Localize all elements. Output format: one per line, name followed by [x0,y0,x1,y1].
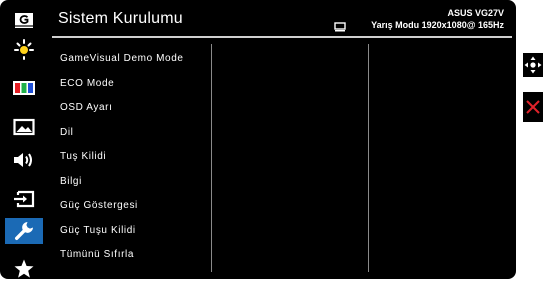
close-button[interactable] [523,92,543,122]
menu-item-eco-mode[interactable]: ECO Mode [60,72,210,97]
menu-item-power-indicator[interactable]: Güç Göstergesi [60,194,210,219]
model-name: ASUS VG27V [447,8,504,18]
menu-item-reset-all[interactable]: Tümünü Sıfırla [60,243,210,268]
sidebar-item-input[interactable] [5,186,43,212]
sidebar-item-brightness[interactable] [5,36,43,62]
sidebar-item-color[interactable] [5,75,43,101]
sidebar-item-image[interactable] [5,114,43,140]
navigate-button[interactable] [523,53,543,77]
brightness-icon [14,39,34,60]
menu-item-osd-settings[interactable]: OSD Ayarı [60,96,210,121]
menu-item-language[interactable]: Dil [60,121,210,146]
sidebar-item-gamevisual[interactable] [5,7,43,33]
header-divider [52,36,512,38]
page-title: Sistem Kurulumu [58,10,183,27]
wrench-icon [15,222,33,240]
monitor-icon [334,19,346,37]
image-icon [13,118,35,136]
sound-icon [14,153,32,167]
menu-item-gamevisual-demo-mode[interactable]: GameVisual Demo Mode [60,47,210,72]
color-bars-icon [13,81,35,95]
sidebar-item-favorites[interactable] [5,256,43,279]
close-x-icon [526,100,540,114]
sidebar-item-sound[interactable] [5,147,43,173]
star-icon [14,259,34,278]
input-select-icon [14,190,35,208]
sidebar [2,0,46,279]
column-divider [368,44,369,272]
sidebar-item-system-setup[interactable] [5,218,43,244]
menu-item-information[interactable]: Bilgi [60,170,210,195]
menu-list: GameVisual Demo Mode ECO Mode OSD Ayarı … [60,47,210,268]
column-divider [211,44,212,272]
gamevisual-g-icon [15,12,33,28]
menu-item-key-lock[interactable]: Tuş Kilidi [60,145,210,170]
current-mode-info: Yarış Modu 1920x1080@ 165Hz [371,20,504,30]
osd-panel: Sistem Kurulumu ASUS VG27V Yarış Modu 19… [0,0,516,279]
move-arrows-icon [524,56,542,74]
menu-item-power-key-lock[interactable]: Güç Tuşu Kilidi [60,219,210,244]
